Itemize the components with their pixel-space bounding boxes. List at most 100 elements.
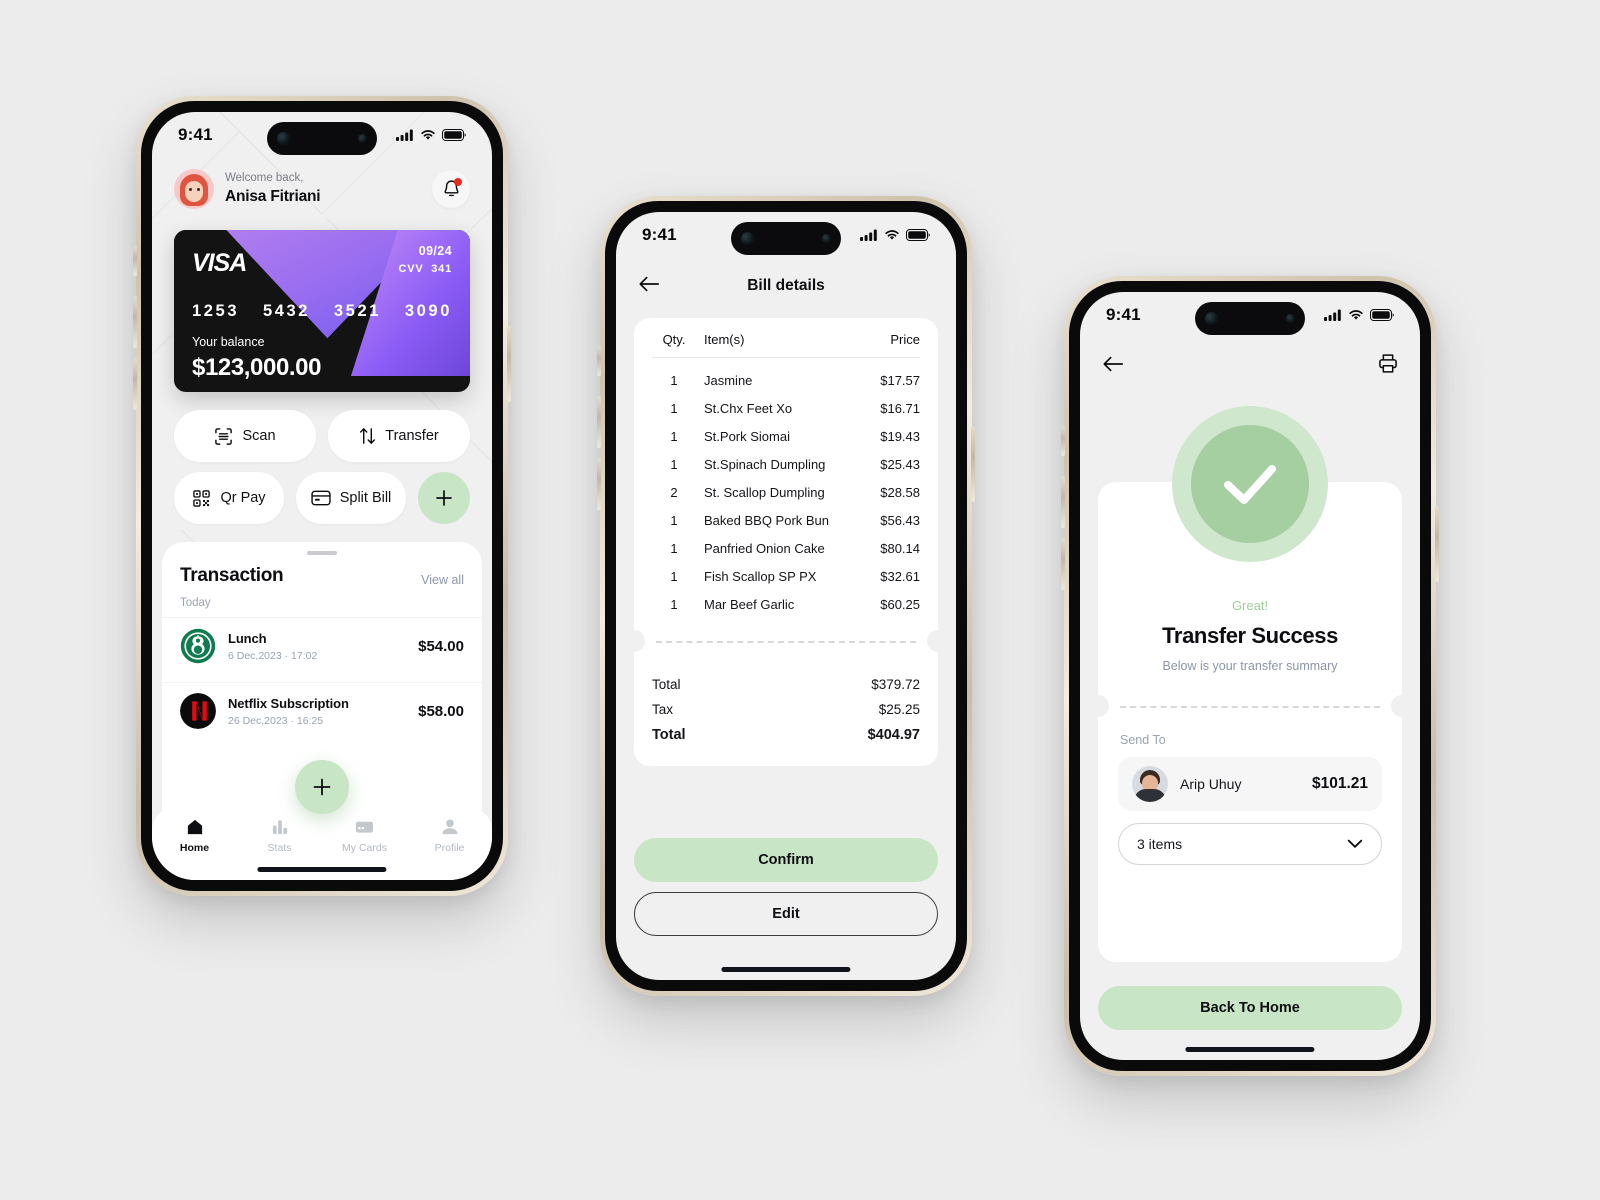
tab-label: Home bbox=[179, 842, 210, 854]
power-button[interactable] bbox=[971, 426, 975, 502]
print-button[interactable] bbox=[1378, 353, 1398, 379]
tab-my-cards[interactable]: My Cards bbox=[322, 817, 407, 854]
transfer-label: Transfer bbox=[385, 428, 439, 444]
card-number-group: 3521 bbox=[333, 302, 382, 320]
eyebrow-text: Great! bbox=[1231, 598, 1269, 613]
volume-down-button[interactable] bbox=[1061, 538, 1065, 590]
volume-down-button[interactable] bbox=[597, 458, 601, 510]
cell-price: $19.43 bbox=[880, 428, 920, 444]
cell-item: St.Pork Siomai bbox=[704, 428, 790, 444]
volume-up-button[interactable] bbox=[597, 396, 601, 448]
plus-icon bbox=[436, 490, 452, 506]
cell-price: $16.71 bbox=[880, 400, 920, 416]
cvv-label: CVV bbox=[398, 263, 424, 275]
cell-qty: 1 bbox=[670, 456, 678, 472]
mute-switch[interactable] bbox=[133, 246, 137, 276]
status-time: 9:41 bbox=[642, 225, 677, 244]
items-dropdown[interactable]: 3 items bbox=[1118, 823, 1382, 865]
split-bill-label: Split Bill bbox=[339, 490, 392, 506]
transfer-button[interactable]: Transfer bbox=[328, 410, 470, 462]
check-icon bbox=[1224, 465, 1276, 504]
credit-card[interactable]: VISA 09/24 CVV 341 1253 5432 3521 3090 Y… bbox=[174, 230, 470, 392]
tab-label: My Cards bbox=[342, 842, 387, 854]
transaction-amount: $54.00 bbox=[418, 637, 464, 655]
balance-label: Your balance bbox=[192, 335, 265, 349]
col-price: Price bbox=[890, 332, 920, 347]
total-label: Total bbox=[652, 677, 681, 692]
home-indicator bbox=[721, 967, 851, 972]
tab-stats[interactable]: Stats bbox=[237, 817, 322, 854]
edit-button[interactable]: Edit bbox=[634, 892, 938, 936]
scan-icon bbox=[215, 427, 233, 445]
nav-bar bbox=[1080, 344, 1420, 388]
cvv-value: 341 bbox=[431, 263, 452, 275]
volume-up-button[interactable] bbox=[133, 296, 137, 348]
tax-row: Tax $25.25 bbox=[634, 697, 938, 722]
battery-icon bbox=[442, 129, 466, 141]
cell-item: St. Scallop Dumpling bbox=[704, 484, 825, 500]
plus-icon bbox=[313, 778, 331, 796]
totals-section: Total $379.72 Tax $25.25 Total $404.97 bbox=[634, 664, 938, 766]
cell-item: St.Chx Feet Xo bbox=[704, 400, 793, 416]
mute-switch[interactable] bbox=[1061, 426, 1065, 456]
ticket-perforation bbox=[1087, 695, 1413, 729]
cell-item: Mar Beef Garlic bbox=[704, 596, 795, 612]
tab-home[interactable]: Home bbox=[152, 817, 237, 854]
items-dropdown-value: 3 items bbox=[1137, 836, 1183, 852]
bill-ticket-card: Qty. Item(s) Price 1 Jasmine $17.57 1 St… bbox=[623, 318, 949, 766]
cell-qty: 1 bbox=[670, 568, 678, 584]
add-action-button[interactable] bbox=[418, 472, 470, 524]
list-item[interactable]: Netflix Subscription 26 Dec,2023 · 16:25… bbox=[162, 682, 482, 739]
table-row: 1 Fish Scallop SP PX $32.61 bbox=[634, 562, 938, 590]
floating-add-button[interactable] bbox=[295, 760, 349, 814]
status-time: 9:41 bbox=[178, 125, 213, 144]
recipient-row[interactable]: Arip Uhuy $101.21 bbox=[1118, 757, 1382, 811]
volume-up-button[interactable] bbox=[1061, 476, 1065, 528]
transaction-amount: $58.00 bbox=[418, 702, 464, 720]
cellular-signal-icon bbox=[860, 229, 877, 241]
notification-dot bbox=[454, 178, 462, 186]
view-all-link[interactable]: View all bbox=[421, 573, 464, 587]
welcome-label: Welcome back, bbox=[225, 172, 304, 185]
back-button[interactable] bbox=[1102, 355, 1124, 378]
scan-button[interactable]: Scan bbox=[174, 410, 316, 462]
wifi-icon bbox=[885, 230, 899, 240]
phone-home-screen: 9:41 Welcome back, Anisa Fitriani VISA 0… bbox=[133, 96, 511, 896]
credit-card-icon bbox=[355, 821, 374, 833]
scan-label: Scan bbox=[242, 428, 276, 444]
ticket-perforation bbox=[623, 630, 949, 664]
list-item[interactable]: Lunch 6 Dec,2023 · 17:02 $54.00 bbox=[162, 617, 482, 674]
table-row: 1 Panfried Onion Cake $80.14 bbox=[634, 534, 938, 562]
confirm-button[interactable]: Confirm bbox=[634, 838, 938, 882]
cell-qty: 1 bbox=[670, 372, 678, 388]
back-to-home-button[interactable]: Back To Home bbox=[1098, 986, 1402, 1030]
dynamic-island bbox=[267, 122, 377, 155]
notification-button[interactable] bbox=[432, 170, 470, 208]
tax-label: Tax bbox=[652, 702, 674, 717]
transaction-date: 26 Dec,2023 · 16:25 bbox=[228, 714, 324, 727]
home-indicator bbox=[257, 867, 387, 872]
volume-down-button[interactable] bbox=[133, 358, 137, 410]
tab-profile[interactable]: Profile bbox=[407, 817, 492, 854]
power-button[interactable] bbox=[1435, 506, 1439, 582]
split-bill-button[interactable]: Split Bill bbox=[296, 472, 406, 524]
transfer-arrows-icon bbox=[360, 428, 376, 444]
avatar[interactable] bbox=[174, 169, 214, 209]
send-to-label: Send To bbox=[1120, 733, 1166, 747]
mute-switch[interactable] bbox=[597, 346, 601, 376]
table-row: 1 St.Spinach Dumpling $25.43 bbox=[634, 450, 938, 478]
card-expiry: 09/24 bbox=[418, 244, 452, 258]
total-value: $379.72 bbox=[871, 677, 920, 692]
card-number-group: 1253 bbox=[192, 302, 240, 320]
power-button[interactable] bbox=[507, 326, 511, 402]
transaction-date: 6 Dec,2023 · 17:02 bbox=[228, 649, 318, 662]
back-button[interactable] bbox=[638, 275, 660, 298]
success-title: Transfer Success bbox=[1162, 623, 1338, 648]
status-time: 9:41 bbox=[1106, 305, 1141, 324]
grand-total-label: Total bbox=[652, 727, 686, 743]
qr-pay-button[interactable]: Qr Pay bbox=[174, 472, 284, 524]
dynamic-island bbox=[731, 222, 841, 255]
cell-qty: 1 bbox=[670, 400, 678, 416]
cell-qty: 2 bbox=[670, 484, 678, 500]
cell-qty: 1 bbox=[670, 540, 678, 556]
